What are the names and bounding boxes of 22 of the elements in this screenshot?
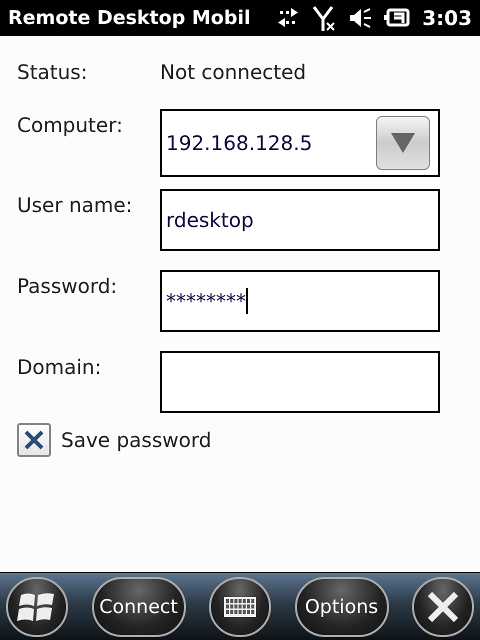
- window-title: Remote Desktop Mobil: [8, 7, 250, 29]
- input-field[interactable]: [160, 351, 440, 413]
- close-icon: [426, 590, 460, 624]
- dropdown-button[interactable]: [376, 116, 430, 170]
- dropdown-field[interactable]: 192.168.128.5: [160, 109, 440, 177]
- field-label: Domain:: [17, 354, 102, 379]
- check-cross-icon: [23, 429, 45, 451]
- input-field[interactable]: ********: [160, 270, 440, 332]
- field-label: Password:: [17, 273, 118, 298]
- field-label: User name:: [17, 192, 134, 217]
- save-password-checkbox[interactable]: [17, 423, 51, 457]
- status-value: Not connected: [160, 59, 308, 84]
- battery-icon: [384, 7, 412, 29]
- caret-icon: [390, 132, 416, 154]
- field-label: Status:: [17, 59, 88, 84]
- softkey-button[interactable]: Connect: [92, 576, 186, 636]
- keyboard-icon: [223, 596, 257, 618]
- field-label: Computer:: [17, 112, 124, 137]
- input-field[interactable]: rdesktop: [160, 189, 440, 251]
- clock-time: 3:03: [422, 6, 472, 30]
- softkey-button[interactable]: Options: [294, 576, 388, 636]
- checkbox-label: Save password: [61, 428, 212, 452]
